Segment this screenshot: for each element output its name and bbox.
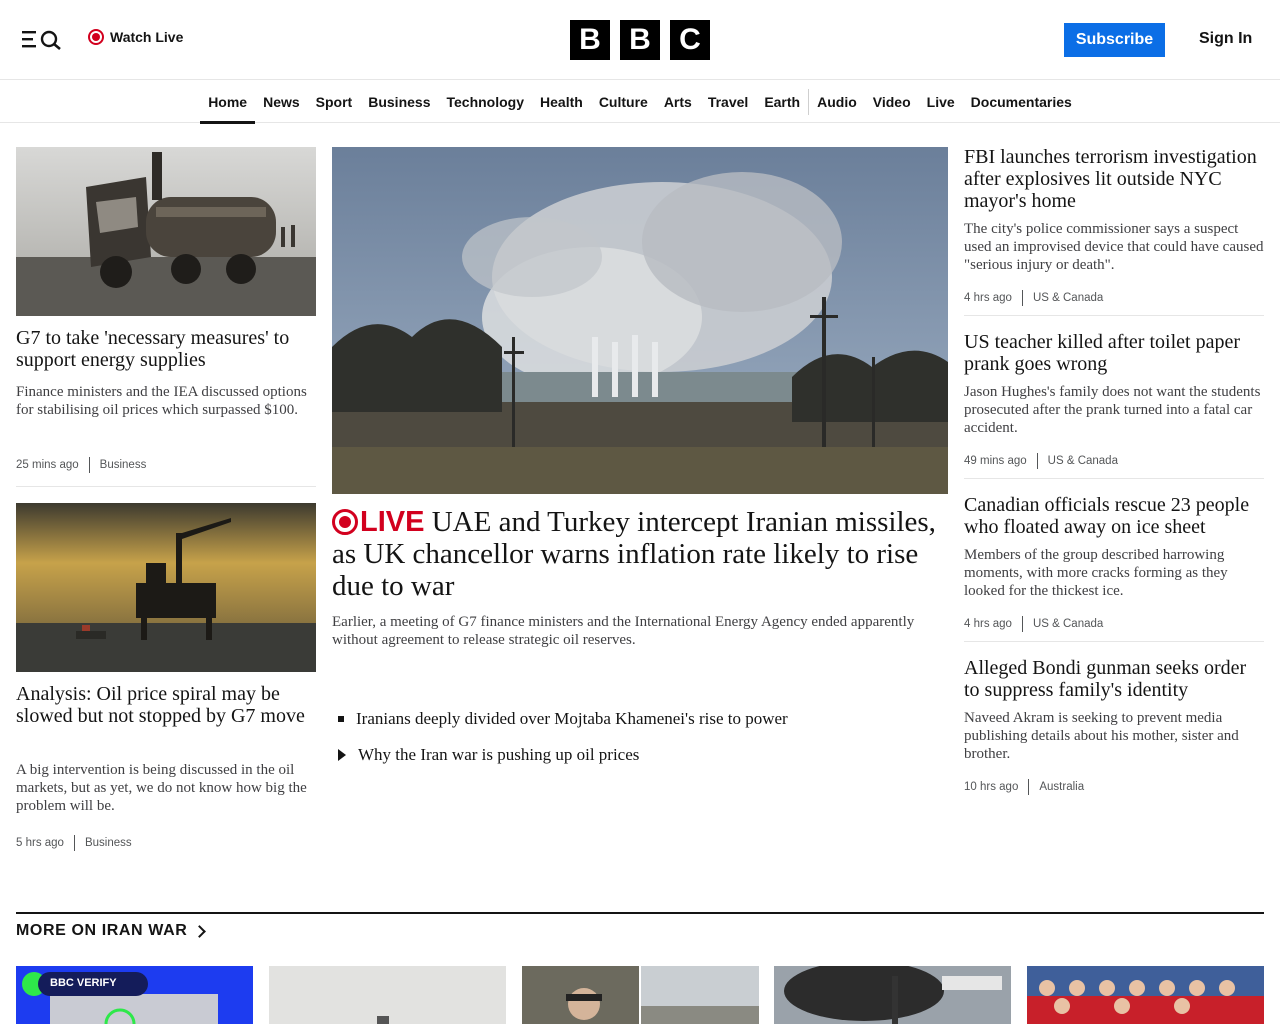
sign-in-link[interactable]: Sign In bbox=[1199, 30, 1252, 48]
watch-live-label: Watch Live bbox=[110, 29, 184, 45]
story-summary: Members of the group described harrowing… bbox=[964, 547, 1228, 599]
story-headline[interactable]: US teacher killed after toilet paper pra… bbox=[964, 331, 1264, 375]
story-thumbnail[interactable] bbox=[522, 966, 759, 1024]
bbc-logo[interactable]: B B C bbox=[570, 20, 710, 60]
chevron-right-icon bbox=[193, 924, 207, 938]
story-headline[interactable]: FBI launches terrorism investigation aft… bbox=[964, 146, 1264, 212]
divider bbox=[16, 486, 316, 487]
bbc-verify-thumbnail[interactable]: BBC VERIFY bbox=[16, 966, 253, 1024]
story-summary: The city's police commissioner says a su… bbox=[964, 221, 1264, 273]
story-meta: 25 mins ago Business bbox=[16, 457, 146, 473]
nav-item-travel[interactable]: Travel bbox=[700, 81, 756, 123]
meta-divider bbox=[1021, 616, 1023, 632]
logo-letter: B bbox=[570, 20, 610, 60]
story-time: 4 hrs ago bbox=[964, 618, 1012, 630]
story-meta: 10 hrs ago Australia bbox=[964, 779, 1264, 795]
play-icon bbox=[338, 749, 346, 761]
story-summary: A big intervention is being discussed in… bbox=[16, 762, 307, 814]
nav-item-technology[interactable]: Technology bbox=[438, 81, 532, 123]
story-meta: 4 hrs ago US & Canada bbox=[964, 616, 1264, 632]
nav-item-live[interactable]: Live bbox=[919, 81, 963, 123]
story-section[interactable]: Business bbox=[85, 837, 132, 849]
story-meta: 4 hrs ago US & Canada bbox=[964, 290, 1264, 306]
smoke-over-power-plant-image[interactable] bbox=[332, 147, 948, 494]
story-headline[interactable]: Canadian officials rescue 23 people who … bbox=[964, 494, 1264, 538]
main-headline[interactable]: LIVE UAE and Turkey intercept Iranian mi… bbox=[332, 506, 952, 602]
logo-letter: B bbox=[620, 20, 660, 60]
story-headline[interactable]: Analysis: Oil price spiral may be slowed… bbox=[16, 683, 316, 727]
nav-item-sport[interactable]: Sport bbox=[308, 81, 361, 123]
story-time: 49 mins ago bbox=[964, 455, 1027, 467]
story-thumbnail[interactable] bbox=[774, 966, 1011, 1024]
divider bbox=[964, 478, 1264, 479]
section-title: MORE ON IRAN WAR bbox=[16, 922, 188, 939]
meta-divider bbox=[1036, 453, 1038, 469]
meta-divider bbox=[1021, 290, 1023, 306]
meta-divider bbox=[88, 457, 90, 473]
meta-divider bbox=[73, 835, 75, 851]
right-story: US teacher killed after toilet paper pra… bbox=[964, 331, 1264, 375]
story-time: 25 mins ago bbox=[16, 459, 79, 471]
story-thumbnail[interactable] bbox=[1027, 966, 1264, 1024]
nav-item-culture[interactable]: Culture bbox=[591, 81, 656, 123]
story-summary: Finance ministers and the IEA discussed … bbox=[16, 384, 307, 418]
nav-item-documentaries[interactable]: Documentaries bbox=[963, 81, 1080, 123]
verify-badge: BBC VERIFY bbox=[50, 977, 117, 989]
oil-platform-image[interactable] bbox=[16, 503, 316, 672]
story-summary: Naveed Akram is seeking to prevent media… bbox=[964, 710, 1239, 762]
logo-letter: C bbox=[670, 20, 710, 60]
story-meta: 49 mins ago US & Canada bbox=[964, 453, 1264, 469]
nav-item-business[interactable]: Business bbox=[360, 81, 438, 123]
related-link-text: Why the Iran war is pushing up oil price… bbox=[358, 745, 640, 764]
nav-item-arts[interactable]: Arts bbox=[656, 81, 700, 123]
divider bbox=[964, 315, 1264, 316]
live-label: LIVE bbox=[360, 506, 425, 538]
right-story: FBI launches terrorism investigation aft… bbox=[964, 146, 1264, 212]
menu-search-icon bbox=[22, 30, 61, 50]
section-title-link[interactable]: MORE ON IRAN WAR bbox=[16, 922, 207, 940]
story-time: 4 hrs ago bbox=[964, 292, 1012, 304]
story-time: 10 hrs ago bbox=[964, 781, 1019, 793]
burnt-truck-image[interactable] bbox=[16, 147, 316, 316]
story-headline[interactable]: Alleged Bondi gunman seeks order to supp… bbox=[964, 657, 1264, 701]
meta-divider bbox=[1028, 779, 1030, 795]
story-time: 5 hrs ago bbox=[16, 837, 64, 849]
story-meta: 5 hrs ago Business bbox=[16, 835, 132, 851]
nav-item-video[interactable]: Video bbox=[865, 81, 919, 123]
divider bbox=[964, 641, 1264, 642]
nav-item-audio[interactable]: Audio bbox=[809, 81, 865, 123]
story-section[interactable]: US & Canada bbox=[1033, 292, 1103, 304]
related-link[interactable]: Iranians deeply divided over Mojtaba Kha… bbox=[338, 709, 788, 729]
story-section[interactable]: Business bbox=[100, 459, 147, 471]
watch-live-link[interactable]: Watch Live bbox=[88, 29, 183, 45]
story-thumbnail[interactable] bbox=[269, 966, 506, 1024]
main-summary: Earlier, a meeting of G7 finance ministe… bbox=[332, 614, 915, 648]
story-section[interactable]: US & Canada bbox=[1048, 455, 1118, 467]
related-video-link[interactable]: Why the Iran war is pushing up oil price… bbox=[338, 745, 639, 765]
story-headline[interactable]: G7 to take 'necessary measures' to suppo… bbox=[16, 327, 316, 371]
section-divider bbox=[16, 912, 1264, 914]
live-icon bbox=[332, 509, 358, 535]
story-section[interactable]: Australia bbox=[1039, 781, 1084, 793]
live-icon bbox=[88, 29, 104, 45]
nav-item-news[interactable]: News bbox=[255, 81, 308, 123]
right-story: Alleged Bondi gunman seeks order to supp… bbox=[964, 657, 1264, 701]
top-bar: Watch Live B B C Subscribe Sign In bbox=[0, 0, 1280, 80]
story-summary: Jason Hughes's family does not want the … bbox=[964, 384, 1261, 436]
story-section[interactable]: US & Canada bbox=[1033, 618, 1103, 630]
related-link-text: Iranians deeply divided over Mojtaba Kha… bbox=[356, 709, 788, 728]
menu-search-button[interactable] bbox=[22, 28, 62, 50]
bullet-square-icon bbox=[338, 716, 344, 722]
nav-item-earth[interactable]: Earth bbox=[756, 81, 808, 123]
right-story: Canadian officials rescue 23 people who … bbox=[964, 494, 1264, 538]
subscribe-button[interactable]: Subscribe bbox=[1064, 23, 1165, 57]
main-nav: Home News Sport Business Technology Heal… bbox=[0, 81, 1280, 124]
nav-item-home[interactable]: Home bbox=[200, 81, 256, 124]
nav-item-health[interactable]: Health bbox=[532, 81, 591, 123]
